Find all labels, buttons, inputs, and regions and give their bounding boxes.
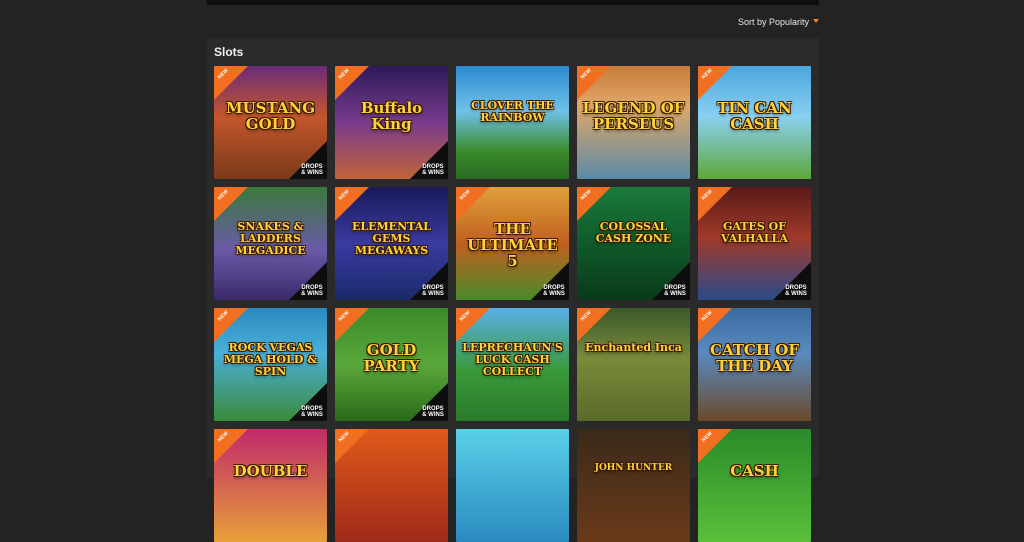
game-tile-tin-can-cash[interactable]: NEW TIN CAN CASH bbox=[698, 66, 811, 179]
game-title: SNAKES & LADDERS MEGADICE bbox=[235, 220, 306, 257]
game-tile-catch-of-the-day[interactable]: NEW CATCH OF THE DAY bbox=[698, 308, 811, 421]
new-badge bbox=[698, 429, 732, 463]
game-tile-the-ultimate-5[interactable]: NEW THE ULTIMATE 5 DROPS & WINS bbox=[456, 187, 569, 300]
game-tile-cash[interactable]: NEW CASH bbox=[698, 429, 811, 542]
game-title: ELEMENTAL GEMS MEGAWAYS bbox=[352, 220, 431, 257]
game-title: Enchanted Inca bbox=[585, 341, 682, 354]
game-title: ROCK VEGAS MEGA HOLD & SPIN bbox=[223, 341, 318, 378]
new-badge bbox=[214, 187, 248, 221]
new-badge bbox=[577, 187, 611, 221]
game-title: CATCH OF THE DAY bbox=[710, 341, 799, 375]
top-divider-bar bbox=[207, 0, 819, 5]
new-badge bbox=[335, 308, 369, 342]
caret-down-icon bbox=[813, 18, 820, 23]
game-tile-row4-2[interactable]: NEW bbox=[335, 429, 448, 542]
game-tile-snakes-ladders[interactable]: NEW SNAKES & LADDERS MEGADICE DROPS & WI… bbox=[214, 187, 327, 300]
section-title: Slots bbox=[214, 45, 244, 59]
game-title: CLOVER THE RAINBOW bbox=[471, 99, 554, 124]
game-title: GATES OF VALHALLA bbox=[721, 220, 788, 245]
game-tile-john-hunter[interactable]: JOHN HUNTER bbox=[577, 429, 690, 542]
game-title: LEPRECHAUN'S LUCK CASH COLLECT bbox=[462, 341, 563, 378]
sort-label: Sort by Popularity bbox=[738, 17, 810, 27]
game-tile-gold-party[interactable]: NEW GOLD PARTY DROPS & WINS bbox=[335, 308, 448, 421]
new-badge bbox=[335, 187, 369, 221]
game-tile-double[interactable]: NEW DOUBLE bbox=[214, 429, 327, 542]
game-title: GOLD PARTY bbox=[363, 341, 420, 375]
game-tile-clover-the-rainbow[interactable]: CLOVER THE RAINBOW bbox=[456, 66, 569, 179]
game-tile-legend-of-perseus[interactable]: NEW LEGEND OF PERSEUS bbox=[577, 66, 690, 179]
game-tile-colossal-cash-zone[interactable]: NEW COLOSSAL CASH ZONE DROPS & WINS bbox=[577, 187, 690, 300]
game-tile-gates-of-valhalla[interactable]: NEW GATES OF VALHALLA DROPS & WINS bbox=[698, 187, 811, 300]
new-badge bbox=[335, 66, 369, 100]
new-badge bbox=[698, 187, 732, 221]
new-badge bbox=[214, 66, 248, 100]
new-badge bbox=[577, 308, 611, 342]
new-badge bbox=[698, 308, 732, 342]
game-title: MUSTANG GOLD bbox=[225, 99, 316, 133]
new-badge bbox=[577, 66, 611, 100]
game-title: DOUBLE bbox=[233, 462, 308, 480]
new-badge bbox=[214, 429, 248, 463]
game-tile-buffalo-king[interactable]: NEW Buffalo King DROPS & WINS bbox=[335, 66, 448, 179]
game-title: CASH bbox=[730, 462, 779, 480]
game-title: COLOSSAL CASH ZONE bbox=[595, 220, 672, 245]
game-title: Buffalo King bbox=[360, 99, 423, 133]
game-title: JOHN HUNTER bbox=[594, 463, 673, 473]
new-badge bbox=[456, 187, 490, 221]
new-badge bbox=[698, 66, 732, 100]
game-tile-leprechauns-luck[interactable]: NEW LEPRECHAUN'S LUCK CASH COLLECT bbox=[456, 308, 569, 421]
sort-dropdown[interactable]: Sort by Popularity bbox=[738, 14, 820, 30]
game-tile-enchanted-inca[interactable]: NEW Enchanted Inca bbox=[577, 308, 690, 421]
new-badge bbox=[456, 308, 490, 342]
game-title: TIN CAN CASH bbox=[717, 99, 792, 133]
game-tile-row4-3[interactable] bbox=[456, 429, 569, 542]
game-title: LEGEND OF PERSEUS bbox=[582, 99, 685, 133]
game-tile-mustang-gold[interactable]: NEW MUSTANG GOLD DROPS & WINS bbox=[214, 66, 327, 179]
game-grid: NEW MUSTANG GOLD DROPS & WINS NEW Buffal… bbox=[214, 66, 811, 542]
game-tile-elemental-gems[interactable]: NEW ELEMENTAL GEMS MEGAWAYS DROPS & WINS bbox=[335, 187, 448, 300]
new-badge bbox=[335, 429, 369, 463]
game-tile-rock-vegas[interactable]: NEW ROCK VEGAS MEGA HOLD & SPIN DROPS & … bbox=[214, 308, 327, 421]
new-badge bbox=[214, 308, 248, 342]
